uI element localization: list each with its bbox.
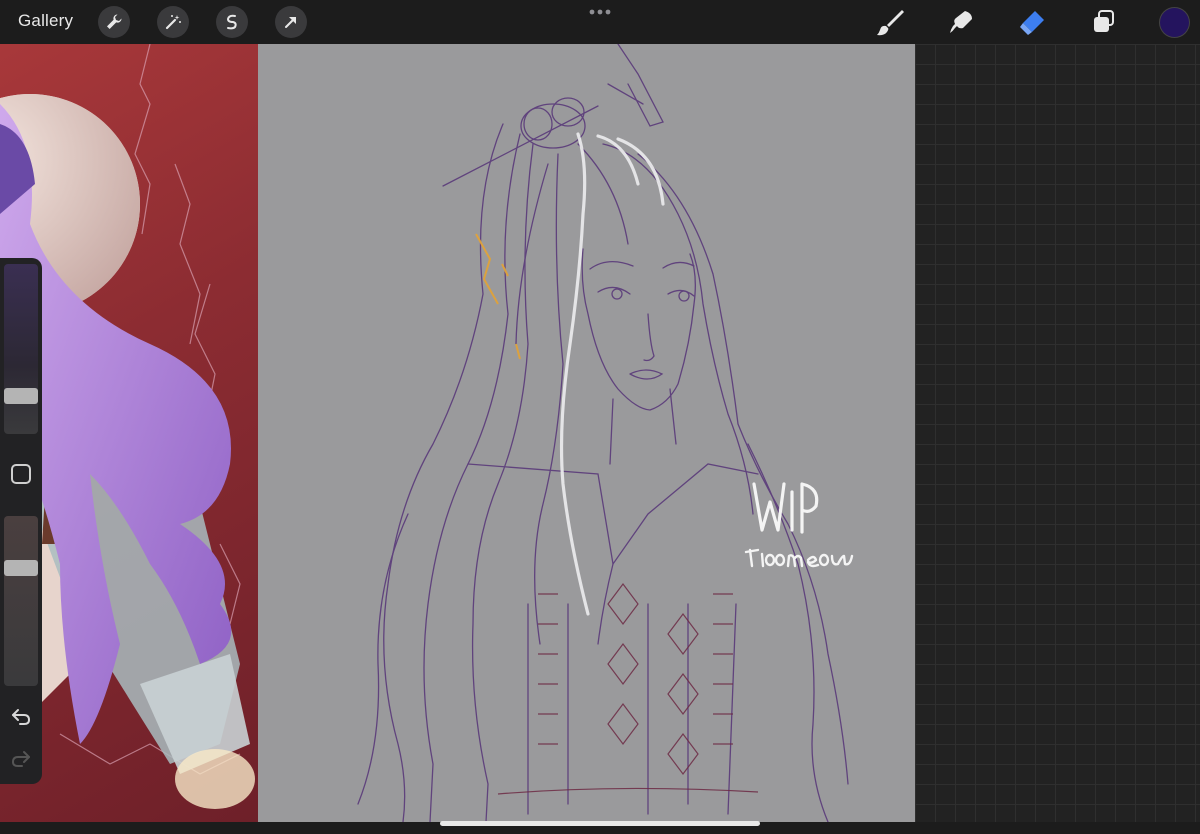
eraser-icon — [1020, 11, 1044, 35]
magic-wand-icon — [165, 15, 181, 30]
adjustments-button[interactable] — [157, 6, 189, 38]
layers-button[interactable] — [1088, 6, 1120, 38]
selection-button[interactable] — [216, 6, 248, 38]
top-toolbar: Gallery — [0, 0, 1200, 44]
actions-button[interactable] — [98, 6, 130, 38]
brush-size-slider[interactable] — [4, 264, 38, 434]
wrench-icon — [107, 14, 122, 29]
opacity-slider[interactable] — [4, 516, 38, 686]
color-picker-button[interactable] — [1160, 8, 1189, 37]
sketch-artwork — [357, 44, 854, 822]
opacity-thumb[interactable] — [4, 560, 38, 576]
modifier-button[interactable] — [11, 464, 31, 484]
selection-icon — [226, 14, 237, 30]
workspace-grid — [915, 44, 1200, 834]
drawing-canvas[interactable] — [258, 44, 915, 822]
home-indicator[interactable] — [440, 821, 760, 826]
transform-button[interactable] — [275, 6, 307, 38]
brush-tool-button[interactable] — [874, 6, 906, 38]
sidebar — [0, 258, 42, 784]
brush-size-thumb[interactable] — [4, 388, 38, 404]
smudge-tool-button[interactable] — [945, 6, 977, 38]
more-options-icon[interactable] — [586, 4, 614, 20]
brush-icon — [877, 10, 904, 36]
procreate-app: Gallery — [0, 0, 1200, 834]
gallery-button[interactable]: Gallery — [18, 11, 73, 31]
transform-arrow-icon — [285, 17, 296, 28]
undo-icon[interactable] — [9, 704, 33, 728]
layers-icon — [1094, 10, 1114, 32]
redo-icon[interactable] — [9, 746, 33, 770]
smudge-icon — [950, 11, 972, 33]
eraser-tool-button[interactable] — [1016, 6, 1048, 38]
